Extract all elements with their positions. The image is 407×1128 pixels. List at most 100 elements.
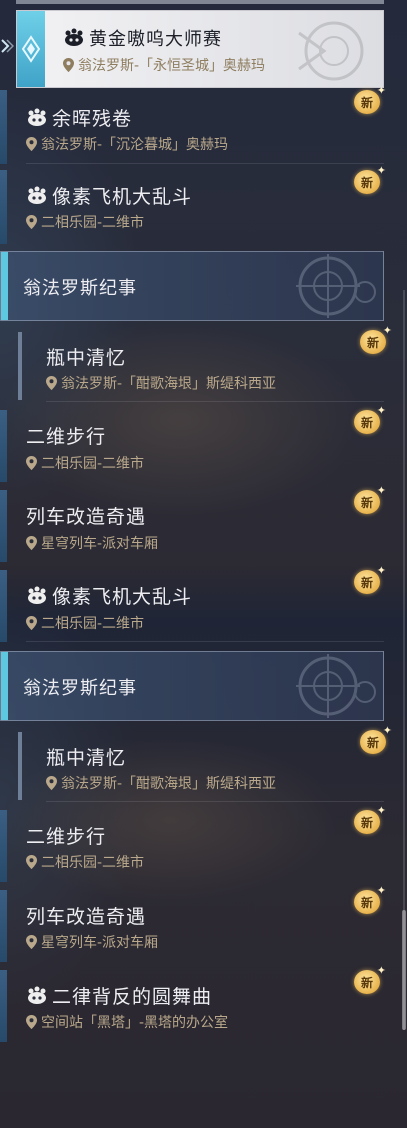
category-header[interactable]: 翁法罗斯纪事 [0,251,384,321]
event-list-screen: 黄金嗷呜大师赛 翁法罗斯-「永恒圣城」奥赫玛 余晖残卷 翁法罗斯-「沉沦暮城」奥… [0,0,407,1128]
new-badge: 新 ✦ [360,324,392,354]
location-pin-icon [26,616,37,630]
location-pin-icon [26,1015,37,1029]
item-title: 像素飞机大乱斗 [52,186,193,208]
item-side-bar [0,490,7,562]
item-side-bar [0,570,7,642]
list-item[interactable]: 瓶中清忆 翁法罗斯-「酣歌海垠」斯缇科西亚 [0,330,384,402]
item-location-row: 二相乐园-二维市 [26,852,144,872]
item-location-row: 翁法罗斯-「酣歌海垠」斯缇科西亚 [46,373,276,393]
item-title: 瓶中清忆 [46,347,127,369]
location-pin-icon [46,776,57,790]
category-accent-bar [1,652,8,720]
item-location: 翁法罗斯-「沉沦暮城」奥赫玛 [41,137,229,153]
item-title: 二维步行 [26,426,107,448]
selected-item-location: 翁法罗斯-「永恒圣城」奥赫玛 [78,58,266,74]
new-badge: 新 ✦ [354,404,386,434]
list-item[interactable]: 像素飞机大乱斗 二相乐园-二维市 [0,170,384,244]
item-title-row: 余晖残卷 [26,104,132,131]
new-badge: 新 ✦ [354,964,386,994]
item-location: 二相乐园-二维市 [41,456,145,472]
new-badge: 新 ✦ [354,484,386,514]
scrollbar-thumb[interactable] [402,910,406,1030]
location-pin-icon [26,536,37,550]
item-location-row: 二相乐园-二维市 [26,212,144,232]
paw-controller-icon [28,986,46,1004]
item-title-row: 像素飞机大乱斗 [26,582,192,609]
item-divider [46,801,384,802]
selected-item-title-row: 黄金嗷呜大师赛 [63,25,222,51]
category-title: 翁法罗斯纪事 [23,278,137,299]
location-pin-icon [26,456,37,470]
item-location: 二相乐园-二维市 [41,616,145,632]
location-pin-icon [46,376,57,390]
selected-item-title: 黄金嗷呜大师赛 [89,29,222,50]
list-item[interactable]: 余晖残卷 翁法罗斯-「沉沦暮城」奥赫玛 [0,90,384,164]
paw-controller-icon [65,28,83,46]
list-item[interactable]: 列车改造奇遇 星穹列车-派对车厢 [0,890,384,962]
item-title: 像素飞机大乱斗 [52,586,193,608]
item-side-bar [0,810,7,882]
list-item[interactable]: 像素飞机大乱斗 二相乐园-二维市 [0,570,384,642]
selected-item-arrow-icon [0,38,15,53]
paw-controller-icon [28,108,46,126]
diamond-icon [21,35,41,63]
scrollbar-track[interactable] [403,290,405,580]
location-pin-icon [26,935,37,949]
item-divider [46,401,384,402]
location-pin-icon [63,58,74,72]
crest-emblem-icon [296,254,376,318]
category-title: 翁法罗斯纪事 [23,678,137,699]
item-location-row: 二相乐园-二维市 [26,613,144,633]
list-item[interactable]: 二维步行 二相乐园-二维市 [0,810,384,882]
item-location: 翁法罗斯-「酣歌海垠」斯缇科西亚 [61,376,277,392]
item-side-bar [0,170,7,244]
selected-crest-icon [298,21,364,81]
paw-controller-icon [28,186,46,204]
category-accent-bar [1,252,8,320]
new-badge: 新 ✦ [354,164,386,194]
list-item[interactable]: 二律背反的圆舞曲 空间站「黑塔」-黑塔的办公室 [0,970,384,1042]
list-item[interactable]: 瓶中清忆 翁法罗斯-「酣歌海垠」斯缇科西亚 [0,730,384,802]
item-title: 列车改造奇遇 [26,506,147,528]
new-badge: 新 ✦ [354,564,386,594]
item-side-bar [0,90,7,164]
crest-emblem-icon [296,654,376,718]
item-side-bar [0,970,7,1042]
item-location-row: 空间站「黑塔」-黑塔的办公室 [26,1012,228,1032]
item-title-row: 二律背反的圆舞曲 [26,982,212,1009]
list-item[interactable]: 列车改造奇遇 星穹列车-派对车厢 [0,490,384,562]
new-badge: 新 ✦ [354,804,386,834]
selected-item[interactable]: 黄金嗷呜大师赛 翁法罗斯-「永恒圣城」奥赫玛 [16,10,384,88]
item-divider [26,163,384,164]
item-side-bar [0,890,7,962]
item-location-row: 翁法罗斯-「酣歌海垠」斯缇科西亚 [46,773,276,793]
item-divider [26,641,384,642]
selected-item-location-row: 翁法罗斯-「永恒圣城」奥赫玛 [63,55,265,75]
new-badge: 新 ✦ [360,724,392,754]
top-divider [16,0,384,4]
item-location: 空间站「黑塔」-黑塔的办公室 [41,1015,229,1031]
item-title: 列车改造奇遇 [26,906,147,928]
location-pin-icon [26,855,37,869]
item-location: 二相乐园-二维市 [41,855,145,871]
item-title: 二律背反的圆舞曲 [52,986,213,1008]
item-location: 翁法罗斯-「酣歌海垠」斯缇科西亚 [61,776,277,792]
list-item[interactable]: 二维步行 二相乐园-二维市 [0,410,384,482]
item-location-row: 星穹列车-派对车厢 [26,932,158,952]
item-title: 瓶中清忆 [46,747,127,769]
item-side-bar [0,410,7,482]
location-pin-icon [26,215,37,229]
selected-item-accent [17,11,45,87]
item-location-row: 翁法罗斯-「沉沦暮城」奥赫玛 [26,134,228,154]
item-title-row: 像素飞机大乱斗 [26,182,192,209]
new-badge: 新 ✦ [354,884,386,914]
category-header[interactable]: 翁法罗斯纪事 [0,651,384,721]
item-location: 二相乐园-二维市 [41,215,145,231]
location-pin-icon [26,137,37,151]
item-location: 星穹列车-派对车厢 [41,935,159,951]
item-title: 二维步行 [26,826,107,848]
item-title: 余晖残卷 [52,108,133,130]
item-location-row: 星穹列车-派对车厢 [26,533,158,553]
new-badge: 新 ✦ [354,84,386,114]
